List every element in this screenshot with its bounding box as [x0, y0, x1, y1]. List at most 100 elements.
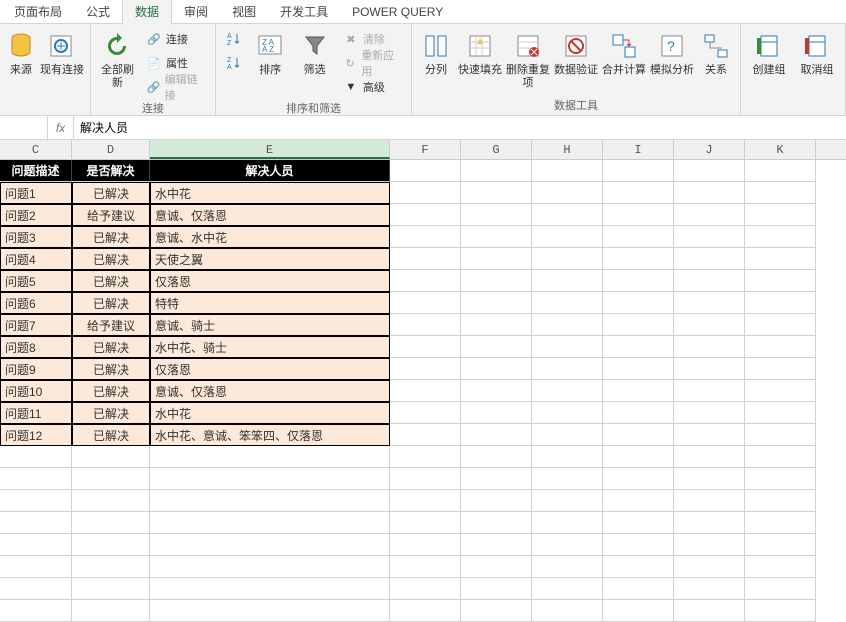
- table-row: 问题12已解决水中花、意诚、笨笨四、仅落恩: [0, 424, 846, 446]
- cell-desc[interactable]: 问题11: [0, 402, 72, 424]
- advanced-icon: ▼: [343, 79, 359, 95]
- cell-desc[interactable]: 问题8: [0, 336, 72, 358]
- cell-person[interactable]: 水中花: [150, 402, 390, 424]
- th-solved[interactable]: 是否解决: [72, 160, 150, 182]
- cell-person[interactable]: 意诚、仅落恩: [150, 204, 390, 226]
- cell-solved[interactable]: 已解决: [72, 424, 150, 446]
- reapply-button[interactable]: ↻重新应用: [339, 52, 405, 74]
- col-header-j[interactable]: J: [674, 140, 745, 159]
- cell-desc[interactable]: 问题6: [0, 292, 72, 314]
- cell-solved[interactable]: 已解决: [72, 270, 150, 292]
- text-to-cols-icon: [420, 30, 452, 62]
- sort-desc-button[interactable]: ZA: [222, 52, 246, 74]
- group-get-data: 来源 现有连接: [0, 24, 91, 115]
- group-button[interactable]: 创建组: [747, 26, 791, 77]
- data-validation-button[interactable]: 数据验证: [554, 26, 598, 77]
- cell-solved[interactable]: 已解决: [72, 292, 150, 314]
- formula-input[interactable]: [74, 116, 846, 139]
- group-label-datatools: 数据工具: [418, 95, 734, 115]
- sort-button[interactable]: Z AA Z 排序: [250, 26, 290, 77]
- flash-fill-icon: [464, 30, 496, 62]
- group-label-connections: 连接: [97, 98, 209, 118]
- grid[interactable]: 问题描述 是否解决 解决人员 问题1已解决水中花问题2给予建议意诚、仅落恩问题3…: [0, 160, 846, 622]
- cell-solved[interactable]: 已解决: [72, 358, 150, 380]
- relations-icon: [700, 30, 732, 62]
- consolidate-icon: [608, 30, 640, 62]
- cell-desc[interactable]: 问题5: [0, 270, 72, 292]
- cell-person[interactable]: 天使之翼: [150, 248, 390, 270]
- th-person[interactable]: 解决人员: [150, 160, 390, 182]
- tab-review[interactable]: 审阅: [172, 0, 220, 24]
- cell-desc[interactable]: 问题1: [0, 182, 72, 204]
- cell-desc[interactable]: 问题12: [0, 424, 72, 446]
- empty-row: [0, 556, 846, 578]
- cell-solved[interactable]: 已解决: [72, 226, 150, 248]
- sort-asc-button[interactable]: AZ: [222, 28, 246, 50]
- col-header-d[interactable]: D: [72, 140, 150, 159]
- tab-data[interactable]: 数据: [122, 0, 172, 25]
- col-header-i[interactable]: I: [603, 140, 674, 159]
- tab-powerquery[interactable]: POWER QUERY: [340, 1, 455, 23]
- cell-person[interactable]: 水中花、意诚、笨笨四、仅落恩: [150, 424, 390, 446]
- cell-solved[interactable]: 已解决: [72, 402, 150, 424]
- existing-connections-button[interactable]: 现有连接: [40, 26, 84, 77]
- from-source-button[interactable]: 来源: [6, 26, 36, 77]
- table-row: 问题2给予建议意诚、仅落恩: [0, 204, 846, 226]
- consolidate-button[interactable]: 合并计算: [602, 26, 646, 77]
- name-box[interactable]: [0, 116, 48, 139]
- cell-person[interactable]: 意诚、仅落恩: [150, 380, 390, 402]
- cell-person[interactable]: 特特: [150, 292, 390, 314]
- tab-developer[interactable]: 开发工具: [268, 0, 340, 24]
- remove-dup-icon: [512, 30, 544, 62]
- cell-desc[interactable]: 问题2: [0, 204, 72, 226]
- remove-duplicates-button[interactable]: 删除重复项: [506, 26, 550, 90]
- cell-person[interactable]: 意诚、骑士: [150, 314, 390, 336]
- col-header-g[interactable]: G: [461, 140, 532, 159]
- tab-formulas[interactable]: 公式: [74, 0, 122, 24]
- col-header-c[interactable]: C: [0, 140, 72, 159]
- properties-icon: 📄: [146, 55, 162, 71]
- fx-icon[interactable]: fx: [48, 116, 74, 139]
- col-header-k[interactable]: K: [745, 140, 816, 159]
- cell-desc[interactable]: 问题3: [0, 226, 72, 248]
- cell-person[interactable]: 仅落恩: [150, 270, 390, 292]
- col-header-f[interactable]: F: [390, 140, 461, 159]
- ungroup-button[interactable]: 取消组: [795, 26, 839, 77]
- text-to-columns-button[interactable]: 分列: [418, 26, 454, 77]
- advanced-button[interactable]: ▼高级: [339, 76, 405, 98]
- filter-button[interactable]: 筛选: [294, 26, 334, 77]
- cell-solved[interactable]: 已解决: [72, 336, 150, 358]
- col-header-h[interactable]: H: [532, 140, 603, 159]
- cell-solved[interactable]: 给予建议: [72, 314, 150, 336]
- relationships-button[interactable]: 关系: [698, 26, 734, 77]
- col-header-e[interactable]: E: [150, 140, 390, 159]
- cell-solved[interactable]: 给予建议: [72, 204, 150, 226]
- connections-button[interactable]: 🔗连接: [142, 28, 209, 50]
- table-row: 问题7给予建议意诚、骑士: [0, 314, 846, 336]
- table-row: 问题6已解决特特: [0, 292, 846, 314]
- cell-solved[interactable]: 已解决: [72, 182, 150, 204]
- cell-person[interactable]: 水中花: [150, 182, 390, 204]
- cell-desc[interactable]: 问题4: [0, 248, 72, 270]
- cell-person[interactable]: 仅落恩: [150, 358, 390, 380]
- cell-solved[interactable]: 已解决: [72, 380, 150, 402]
- cell-person[interactable]: 意诚、水中花: [150, 226, 390, 248]
- what-if-button[interactable]: ? 模拟分析: [650, 26, 694, 77]
- refresh-all-button[interactable]: 全部刷新: [97, 26, 138, 90]
- svg-text:A Z: A Z: [262, 45, 274, 54]
- refresh-icon: [101, 30, 133, 62]
- svg-text:?: ?: [667, 38, 675, 54]
- group-label-sortfilter: 排序和筛选: [222, 98, 405, 118]
- tab-layout[interactable]: 页面布局: [2, 0, 74, 24]
- cell-solved[interactable]: 已解决: [72, 248, 150, 270]
- cell-person[interactable]: 水中花、骑士: [150, 336, 390, 358]
- th-desc[interactable]: 问题描述: [0, 160, 72, 182]
- tab-view[interactable]: 视图: [220, 0, 268, 24]
- flash-fill-button[interactable]: 快速填充: [458, 26, 502, 77]
- table-row: 问题1已解决水中花: [0, 182, 846, 204]
- cell-desc[interactable]: 问题10: [0, 380, 72, 402]
- table-row: 问题11已解决水中花: [0, 402, 846, 424]
- edit-links-button[interactable]: 🔗编辑链接: [142, 76, 209, 98]
- cell-desc[interactable]: 问题7: [0, 314, 72, 336]
- cell-desc[interactable]: 问题9: [0, 358, 72, 380]
